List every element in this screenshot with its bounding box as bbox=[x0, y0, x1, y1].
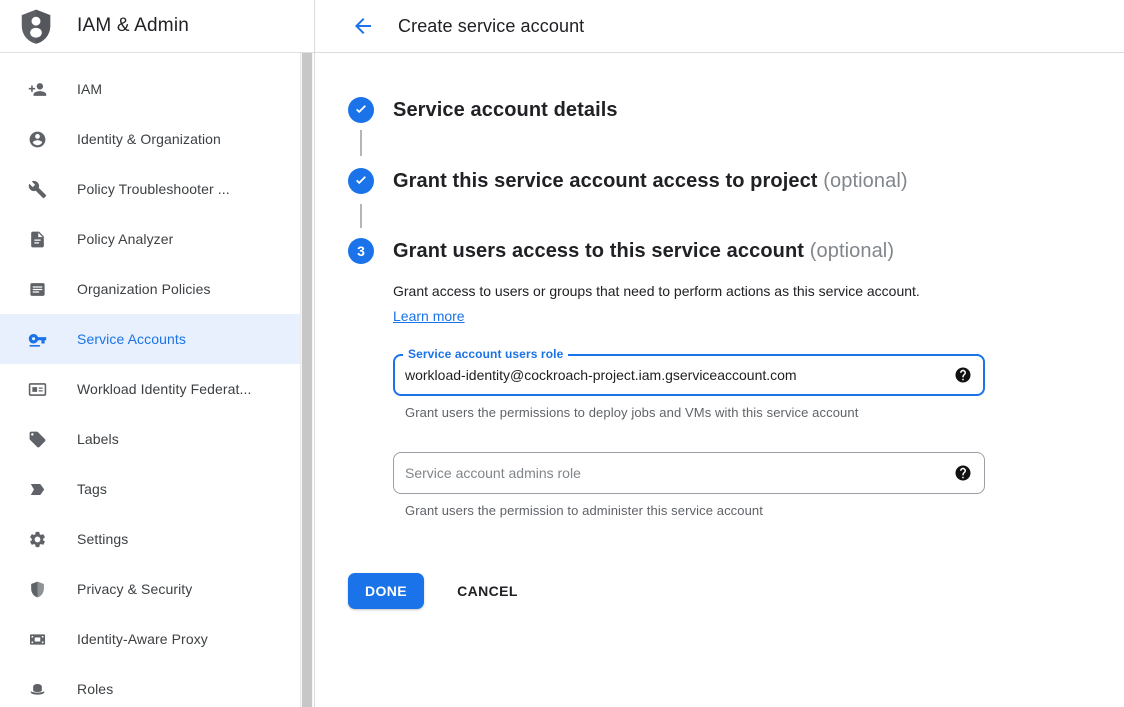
step-3-optional-label: (optional) bbox=[810, 240, 894, 262]
sidebar-item-tags[interactable]: Tags bbox=[0, 464, 302, 514]
person-add-icon bbox=[27, 79, 47, 99]
page-title: Create service account bbox=[398, 16, 584, 37]
cancel-button[interactable]: CANCEL bbox=[457, 583, 518, 599]
admins-role-input[interactable] bbox=[393, 452, 985, 494]
workload-identity-card-icon bbox=[27, 379, 47, 399]
service-account-key-icon bbox=[27, 329, 47, 349]
wizard-actions: DONE CANCEL bbox=[348, 573, 1124, 609]
sidebar-item-identity-aware-proxy[interactable]: Identity-Aware Proxy bbox=[0, 614, 302, 664]
step-2-check-icon bbox=[348, 168, 374, 194]
step-3-number: 3 bbox=[357, 243, 365, 259]
description-text: Grant access to users or groups that nee… bbox=[393, 283, 920, 299]
back-arrow-icon[interactable] bbox=[351, 14, 375, 38]
sidebar-item-service-accounts[interactable]: Service Accounts bbox=[0, 314, 302, 364]
step-3-description: Grant access to users or groups that nee… bbox=[393, 279, 945, 329]
iap-icon bbox=[27, 629, 47, 649]
sidebar-item-labels[interactable]: Labels bbox=[0, 414, 302, 464]
sidebar-scrollbar bbox=[300, 53, 313, 707]
sidebar-item-label: Tags bbox=[77, 481, 107, 497]
step-connector bbox=[360, 204, 362, 228]
sidebar: IAM & Admin IAM Identity & Organization Po… bbox=[0, 0, 315, 707]
shield-half-icon bbox=[27, 579, 47, 599]
sidebar-item-label: Labels bbox=[77, 431, 119, 447]
label-tag-icon bbox=[27, 429, 47, 449]
sidebar-item-roles[interactable]: Roles bbox=[0, 664, 302, 707]
wizard-content: Service account details Grant this servi… bbox=[315, 53, 1124, 609]
iam-shield-logo-icon bbox=[20, 8, 52, 45]
wrench-icon bbox=[27, 179, 47, 199]
step-3-header[interactable]: 3 Grant users access to this service acc… bbox=[348, 238, 1124, 264]
admins-role-field bbox=[393, 452, 985, 494]
sidebar-item-label: Organization Policies bbox=[77, 281, 211, 297]
tag-arrow-icon bbox=[27, 479, 47, 499]
sidebar-item-iam[interactable]: IAM bbox=[0, 64, 302, 114]
main-header: Create service account bbox=[315, 0, 1124, 53]
product-title: IAM & Admin bbox=[77, 15, 189, 37]
users-role-label: Service account users role bbox=[403, 345, 568, 363]
sidebar-item-label: IAM bbox=[77, 81, 102, 97]
learn-more-link[interactable]: Learn more bbox=[393, 308, 465, 324]
sidebar-item-label: Policy Troubleshooter ... bbox=[77, 181, 230, 197]
sidebar-item-privacy-security[interactable]: Privacy & Security bbox=[0, 564, 302, 614]
step-1-check-icon bbox=[348, 97, 374, 123]
sidebar-item-organization-policies[interactable]: Organization Policies bbox=[0, 264, 302, 314]
sidebar-item-label: Roles bbox=[77, 681, 113, 697]
app-window: IAM & Admin IAM Identity & Organization Po… bbox=[0, 0, 1124, 707]
sidebar-header: IAM & Admin bbox=[0, 0, 314, 53]
sidebar-item-label: Identity-Aware Proxy bbox=[77, 631, 208, 647]
step-2-header[interactable]: Grant this service account access to pro… bbox=[348, 164, 1124, 198]
done-button[interactable]: DONE bbox=[348, 573, 424, 609]
admins-role-helper: Grant users the permission to administer… bbox=[405, 503, 1124, 518]
sidebar-item-policy-troubleshooter[interactable]: Policy Troubleshooter ... bbox=[0, 164, 302, 214]
help-icon[interactable] bbox=[954, 464, 972, 482]
sidebar-item-policy-analyzer[interactable]: Policy Analyzer bbox=[0, 214, 302, 264]
sidebar-item-workload-identity-federat[interactable]: Workload Identity Federat... bbox=[0, 364, 302, 414]
main-panel: Create service account Service account d… bbox=[315, 0, 1124, 707]
help-icon[interactable] bbox=[954, 366, 972, 384]
step-1-header[interactable]: Service account details bbox=[348, 97, 1124, 123]
step-1-title: Service account details bbox=[393, 97, 618, 123]
sidebar-item-label: Service Accounts bbox=[77, 331, 186, 347]
sidebar-item-label: Workload Identity Federat... bbox=[77, 381, 252, 397]
account-circle-icon bbox=[27, 129, 47, 149]
step-3-title: Grant users access to this service accou… bbox=[393, 240, 804, 262]
sidebar-item-settings[interactable]: Settings bbox=[0, 514, 302, 564]
step-2-optional-label: (optional) bbox=[823, 170, 907, 192]
sidebar-item-identity-organization[interactable]: Identity & Organization bbox=[0, 114, 302, 164]
roles-hat-icon bbox=[27, 679, 47, 699]
users-role-field: Service account users role bbox=[393, 354, 985, 396]
sidebar-nav: IAM Identity & Organization Policy Trouble… bbox=[0, 53, 302, 707]
users-role-helper: Grant users the permissions to deploy jo… bbox=[405, 405, 1124, 420]
step-2-title: Grant this service account access to pro… bbox=[393, 170, 818, 192]
org-policies-icon bbox=[27, 279, 47, 299]
sidebar-item-label: Policy Analyzer bbox=[77, 231, 173, 247]
sidebar-item-label: Identity & Organization bbox=[77, 131, 221, 147]
policy-analyzer-icon bbox=[27, 229, 47, 249]
step-connector bbox=[360, 130, 362, 156]
step-3-body: Grant access to users or groups that nee… bbox=[393, 279, 1124, 518]
sidebar-scrollbar-thumb[interactable] bbox=[302, 53, 312, 707]
sidebar-item-label: Settings bbox=[77, 531, 128, 547]
step-3-number-badge: 3 bbox=[348, 238, 374, 264]
gear-icon bbox=[27, 529, 47, 549]
sidebar-item-label: Privacy & Security bbox=[77, 581, 192, 597]
